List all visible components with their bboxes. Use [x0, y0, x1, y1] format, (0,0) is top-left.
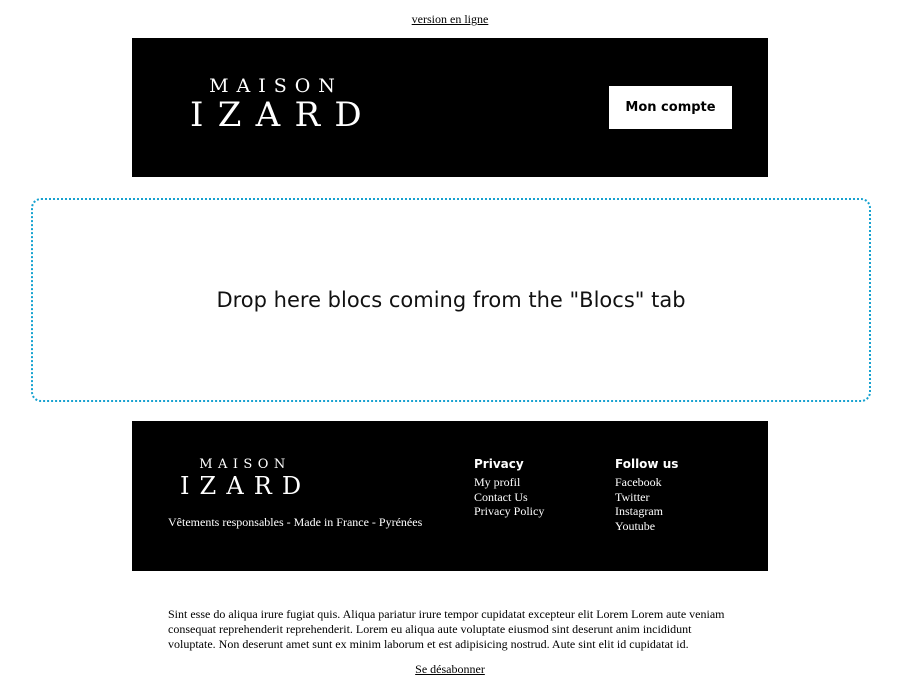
footer-tagline: Vêtements responsables - Made in France … [168, 515, 423, 529]
account-button[interactable]: Mon compte [609, 86, 732, 129]
footer-column-title: Follow us [615, 457, 679, 471]
email-footer: MAISON IZARD Vêtements responsables - Ma… [132, 421, 768, 571]
footer-link-privacy-policy[interactable]: Privacy Policy [474, 504, 544, 519]
footer-logo-line2: IZARD [180, 472, 312, 500]
footer-link-youtube[interactable]: Youtube [615, 519, 678, 534]
block-drop-zone[interactable]: Drop here blocs coming from the "Blocs" … [31, 198, 871, 402]
online-version-bar: version en ligne [0, 12, 900, 27]
online-version-link[interactable]: version en ligne [412, 12, 489, 26]
drop-zone-message: Drop here blocs coming from the "Blocs" … [216, 288, 686, 312]
logo-line2: IZARD [190, 95, 376, 135]
email-header: MAISON IZARD Mon compte [132, 38, 768, 177]
brand-logo: MAISON IZARD [186, 75, 376, 135]
footer-logo-line1: MAISON [199, 457, 291, 472]
footer-column-title: Privacy [474, 457, 524, 471]
unsubscribe-link[interactable]: Se désabonner [415, 662, 485, 676]
footer-logo: MAISON IZARD [176, 457, 308, 499]
footer-column-privacy: Privacy My profil Contact Us Privacy Pol… [474, 457, 544, 519]
footer-link-twitter[interactable]: Twitter [615, 490, 678, 505]
footer-link-my-profil[interactable]: My profil [474, 475, 544, 490]
footer-column-follow-us: Follow us Facebook Twitter Instagram You… [615, 457, 678, 533]
footer-link-facebook[interactable]: Facebook [615, 475, 678, 490]
footer-link-instagram[interactable]: Instagram [615, 504, 678, 519]
footer-link-contact-us[interactable]: Contact Us [474, 490, 544, 505]
unsubscribe-bar: Se désabonner [0, 662, 900, 677]
logo-line1: MAISON [209, 75, 343, 97]
legal-body-text: Sint esse do aliqua irure fugiat quis. A… [168, 607, 725, 651]
